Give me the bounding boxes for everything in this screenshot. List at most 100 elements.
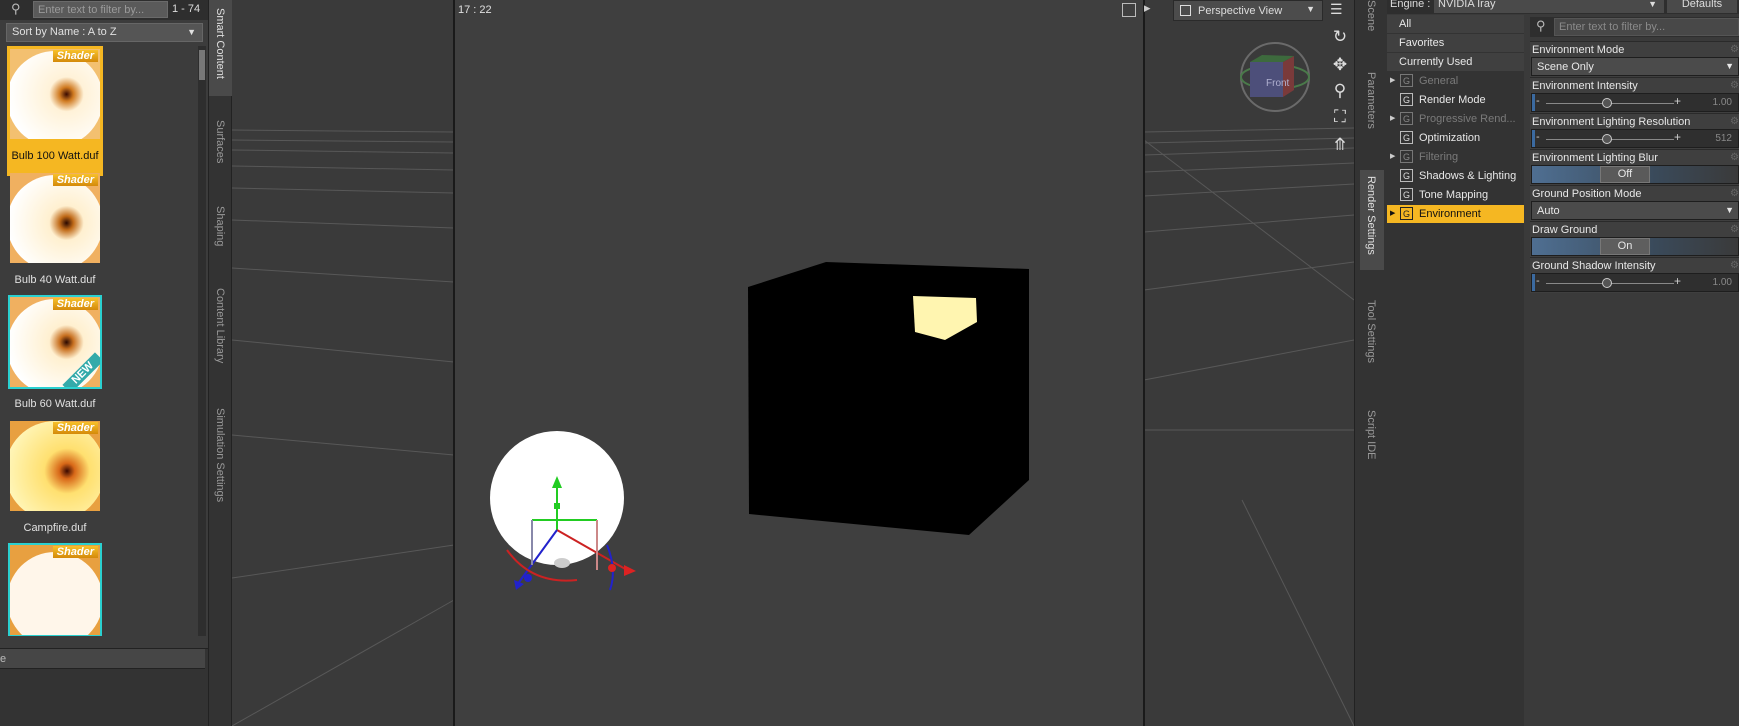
reset-view-icon[interactable]: ⤊ [1329, 134, 1351, 156]
tab-label: Tool Settings [1365, 300, 1377, 363]
environment-blur-toggle[interactable]: Off [1531, 165, 1739, 184]
content-filter-bar: ⚲ 1 - 74 [0, 0, 208, 20]
thumbnail-image: Shader [10, 421, 100, 511]
grid-view-icon [1180, 5, 1191, 16]
environment-resolution-slider[interactable]: - + 512 [1531, 129, 1739, 148]
group-icon: G [1400, 207, 1413, 220]
group-label: Tone Mapping [1419, 189, 1489, 201]
tab-parameters[interactable]: Parameters [1360, 72, 1384, 144]
group-environment[interactable]: ▶ G Environment [1387, 205, 1524, 223]
shader-badge: Shader [52, 298, 98, 310]
expand-arrow-icon[interactable]: ▶ [1390, 209, 1395, 217]
slider-value[interactable]: 512 [1715, 133, 1732, 144]
content-scrollbar[interactable] [198, 46, 206, 636]
right-tab-strip: Scene Parameters Render Settings Tool Se… [1354, 0, 1387, 726]
gear-icon[interactable]: ⚙ [1730, 44, 1739, 55]
group-render-mode[interactable]: G Render Mode [1387, 91, 1524, 109]
slider-value[interactable]: 1.00 [1713, 277, 1732, 288]
group-progressive-rendering[interactable]: ▶ G Progressive Rend... [1387, 110, 1524, 128]
expand-arrow-icon[interactable]: ▶ [1390, 152, 1395, 160]
gear-icon[interactable]: ⚙ [1730, 116, 1739, 127]
group-general[interactable]: ▶ G General [1387, 72, 1524, 90]
list-item[interactable]: Shader [7, 542, 103, 636]
group-icon: G [1400, 112, 1413, 125]
view-select[interactable]: Perspective View ▼ [1173, 0, 1323, 21]
defaults-button[interactable]: Defaults [1667, 0, 1737, 13]
expand-arrow-icon[interactable]: ▶ [1390, 76, 1395, 84]
item-label: Bulb 40 Watt.duf [14, 274, 96, 286]
tab-shaping[interactable]: Shaping [209, 206, 233, 266]
group-filtering[interactable]: ▶ G Filtering [1387, 148, 1524, 166]
list-item[interactable]: Shader Bulb 100 Watt.duf [7, 46, 103, 176]
content-filter-input[interactable] [33, 1, 168, 18]
slider-value[interactable]: 1.00 [1713, 97, 1732, 108]
bottom-tab[interactable]: e [0, 649, 205, 669]
minus-icon[interactable]: - [1536, 275, 1540, 287]
gear-icon[interactable]: ⚙ [1730, 260, 1739, 271]
group-tone-mapping[interactable]: G Tone Mapping [1387, 186, 1524, 204]
slider-knob[interactable] [1602, 98, 1612, 108]
minus-icon[interactable]: - [1536, 131, 1540, 143]
black-cube [748, 262, 1029, 535]
zoom-icon[interactable]: ⚲ [1329, 80, 1351, 102]
shader-badge: Shader [52, 422, 98, 434]
tab-simulation-settings[interactable]: Simulation Settings [209, 408, 233, 518]
sort-select[interactable]: Sort by Name : A to Z ▼ [6, 23, 203, 42]
tab-tool-settings[interactable]: Tool Settings [1360, 300, 1384, 380]
pan-icon[interactable]: ✥ [1329, 54, 1351, 76]
group-favorites[interactable]: Favorites [1387, 34, 1524, 52]
list-item[interactable]: Shader NEW Bulb 60 Watt.duf [7, 294, 103, 424]
ground-shadow-slider[interactable]: - + 1.00 [1531, 273, 1739, 292]
gear-icon[interactable]: ⚙ [1730, 80, 1739, 91]
ground-position-mode-select[interactable]: Auto ▼ [1531, 201, 1739, 220]
tab-render-settings[interactable]: Render Settings [1360, 170, 1384, 270]
toggle-button[interactable]: On [1600, 238, 1650, 255]
toggle-button[interactable]: Off [1600, 166, 1650, 183]
slider-knob[interactable] [1602, 134, 1612, 144]
scrollbar-thumb[interactable] [199, 50, 205, 80]
list-item[interactable]: Shader Bulb 40 Watt.duf [7, 170, 103, 300]
tab-content-library[interactable]: Content Library [209, 288, 233, 378]
search-icon: ⚲ [1536, 18, 1546, 33]
frame-toggle-icon[interactable] [1122, 3, 1136, 17]
frame-selection-icon[interactable]: ⛶ [1329, 106, 1351, 128]
gear-icon[interactable]: ⚙ [1730, 152, 1739, 163]
group-all[interactable]: All [1387, 15, 1524, 33]
plus-icon[interactable]: + [1674, 94, 1681, 108]
list-item[interactable]: Shader Campfire.duf [7, 418, 103, 548]
group-shadows-lighting[interactable]: G Shadows & Lighting [1387, 167, 1524, 185]
plus-icon[interactable]: + [1674, 274, 1681, 288]
group-label: Optimization [1419, 132, 1481, 144]
tab-surfaces[interactable]: Surfaces [209, 120, 233, 180]
group-optimization[interactable]: G Optimization [1387, 129, 1524, 147]
expand-arrow-icon[interactable]: ▶ [1390, 114, 1395, 122]
gear-icon[interactable]: ⚙ [1730, 188, 1739, 199]
gear-icon[interactable]: ⚙ [1730, 224, 1739, 235]
tab-scene[interactable]: Scene [1360, 0, 1384, 50]
tab-smart-content[interactable]: Smart Content [209, 0, 233, 96]
viewport-menu-icon[interactable]: ☰ [1330, 2, 1346, 18]
plus-icon[interactable]: + [1674, 130, 1681, 144]
slider-knob[interactable] [1602, 278, 1612, 288]
tab-label: Smart Content [214, 8, 226, 79]
property-filter-input[interactable] [1554, 18, 1739, 36]
engine-select[interactable]: NVIDIA Iray ▼ [1434, 0, 1664, 13]
tab-script-ide[interactable]: Script IDE [1360, 410, 1384, 470]
3d-viewport[interactable]: Front 17 : 22 ▸ Perspective View ▼ ☰ ↻ ✥… [232, 0, 1354, 726]
tab-label: Surfaces [214, 120, 226, 164]
draw-ground-toggle[interactable]: On [1531, 237, 1739, 256]
group-currently-used[interactable]: Currently Used [1387, 53, 1524, 71]
content-thumbnail-list: Shader Bulb 100 Watt.duf Shader Bulb 40 … [0, 46, 200, 636]
property-label: Environment Mode [1532, 44, 1625, 56]
shader-badge: Shader [52, 546, 98, 558]
property-label: Environment Lighting Resolution [1532, 116, 1691, 128]
item-label: Bulb 60 Watt.duf [14, 398, 96, 410]
camera-icon[interactable]: ▸ [1144, 0, 1164, 20]
shader-badge: Shader [52, 174, 98, 186]
minus-icon[interactable]: - [1536, 95, 1540, 107]
property-label: Draw Ground [1532, 224, 1598, 236]
environment-intensity-slider[interactable]: - + 1.00 [1531, 93, 1739, 112]
property-list: ⚲ Environment Mode ⚙ Scene Only ▼ Enviro… [1530, 15, 1739, 726]
environment-mode-select[interactable]: Scene Only ▼ [1531, 57, 1739, 76]
orbit-icon[interactable]: ↻ [1329, 26, 1351, 48]
